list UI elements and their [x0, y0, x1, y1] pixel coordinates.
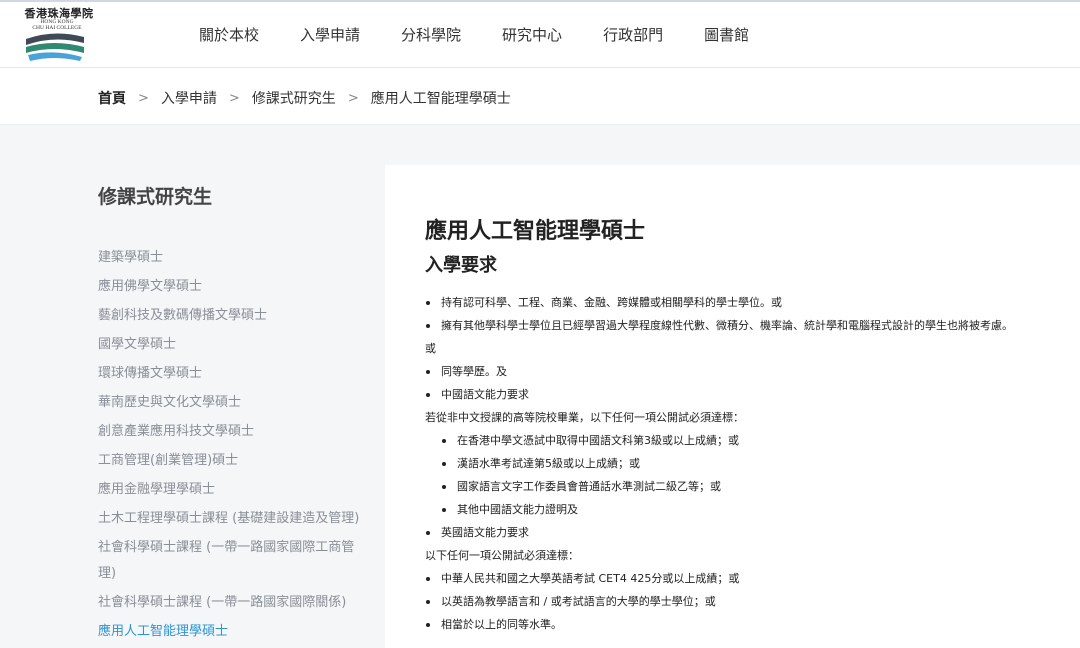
- sidebar-item-applied-ai[interactable]: 應用人工智能理學碩士: [98, 617, 366, 646]
- bullet-icon: [442, 439, 446, 443]
- list-item: 相當於以上的同等水準。: [425, 613, 1065, 636]
- requirement-text: 中華人民共和國之大學英語考試 CET4 425分或以上成績；或: [441, 572, 740, 585]
- bullet-icon: [426, 623, 430, 627]
- nav-item-admissions[interactable]: 入學申請: [300, 24, 360, 44]
- sidebar-title: 修課式研究生: [98, 186, 213, 208]
- nav-item-faculties[interactable]: 分科學院: [401, 24, 461, 44]
- breadcrumb-current-page: 應用人工智能理學碩士: [370, 91, 511, 107]
- sidebar-item-architecture[interactable]: 建築學碩士: [98, 243, 366, 272]
- list-item: 漢語水準考試達第5級或以上成績；或: [425, 452, 1065, 475]
- requirement-text: 中國語文能力要求: [441, 388, 529, 401]
- requirement-text: 同等學歷。及: [441, 365, 507, 378]
- list-item: 中華人民共和國之大學英語考試 CET4 425分或以上成績；或: [425, 567, 1065, 590]
- sidebar-program-list: 建築學碩士 應用佛學文學碩士 藝創科技及數碼傳播文學碩士 國學文學碩士 環球傳播…: [98, 243, 378, 646]
- sidebar-item-belt-road-business[interactable]: 社會科學碩士課程 (一帶一路國家國際工商管理): [98, 533, 366, 588]
- list-item: 擁有其他學科學士學位且已經學習過大學程度線性代數、微積分、機率論、統計學和電腦程…: [425, 314, 1065, 337]
- sidebar-item-mba-entrepreneurship[interactable]: 工商管理(創業管理)碩士: [98, 446, 366, 475]
- requirement-text: 英國語文能力要求: [441, 526, 529, 539]
- requirement-text: 以下任何一項公開試必須達標：: [425, 549, 579, 562]
- bullet-icon: [426, 600, 430, 604]
- main-nav: 關於本校 入學申請 分科學院 研究中心 行政部門 圖書館: [199, 24, 790, 44]
- bullet-icon: [442, 508, 446, 512]
- program-details: 應用人工智能理學碩士 入學要求 持有認可科學、工程、商業、金融、跨媒體或相關學科…: [425, 213, 1065, 636]
- nav-item-about[interactable]: 關於本校: [199, 24, 259, 44]
- list-item: 若從非中文授課的高等院校畢業，以下任何一項公開試必須達標：: [425, 406, 1065, 429]
- list-item: 同等學歷。及: [425, 360, 1065, 383]
- list-item: 中國語文能力要求: [425, 383, 1065, 406]
- requirement-text: 以英語為教學語言和 / 或考試語言的大學的學士學位；或: [441, 595, 716, 608]
- sidebar-item-chinese-studies[interactable]: 國學文學碩士: [98, 330, 366, 359]
- college-logo[interactable]: 香港珠海學院 HONG KONG CHU HAI COLLEGE: [14, 5, 104, 67]
- requirement-text: 擁有其他學科學士學位且已經學習過大學程度線性代數、微積分、機率論、統計學和電腦程…: [441, 319, 1013, 332]
- sidebar-item-south-china-history[interactable]: 華南歷史與文化文學碩士: [98, 388, 366, 417]
- list-item: 其他中國語文能力證明及: [425, 498, 1065, 521]
- requirement-text: 相當於以上的同等水準。: [441, 618, 562, 631]
- nav-item-administration[interactable]: 行政部門: [603, 24, 663, 44]
- requirement-text: 持有認可科學、工程、商業、金融、跨媒體或相關學科的學士學位。或: [441, 296, 782, 309]
- list-item: 以下任何一項公開試必須達標：: [425, 544, 1065, 567]
- bullet-icon: [426, 301, 430, 305]
- sidebar: 修課式研究生 建築學碩士 應用佛學文學碩士 藝創科技及數碼傳播文學碩士 國學文學…: [98, 182, 378, 646]
- requirement-text: 或: [425, 342, 436, 355]
- sidebar-item-arts-tech-digital-comm[interactable]: 藝創科技及數碼傳播文學碩士: [98, 301, 366, 330]
- nav-item-library[interactable]: 圖書館: [704, 24, 749, 44]
- requirement-text: 漢語水準考試達第5級或以上成績；或: [457, 457, 640, 470]
- bullet-icon: [426, 370, 430, 374]
- sidebar-item-buddhist-studies[interactable]: 應用佛學文學碩士: [98, 272, 366, 301]
- requirement-text: 國家語言文字工作委員會普通話水準測試二級乙等；或: [457, 480, 721, 493]
- requirement-text: 在香港中學文憑試中取得中國語文科第3級或以上成績；或: [457, 434, 739, 447]
- breadcrumb-admissions[interactable]: 入學申請: [161, 88, 217, 108]
- list-item: 英國語文能力要求: [425, 521, 1065, 544]
- bullet-icon: [442, 462, 446, 466]
- breadcrumb-home[interactable]: 首頁: [98, 88, 126, 108]
- sidebar-item-creative-industries[interactable]: 創意產業應用科技文學碩士: [98, 417, 366, 446]
- sidebar-item-belt-road-relations[interactable]: 社會科學碩士課程 (一帶一路國家國際關係): [98, 588, 366, 617]
- bullet-icon: [442, 485, 446, 489]
- logo-name-en: HONG KONG CHU HAI COLLEGE: [14, 19, 100, 31]
- breadcrumb-separator-icon: >: [228, 90, 240, 106]
- list-item: 持有認可科學、工程、商業、金融、跨媒體或相關學科的學士學位。或: [425, 291, 1065, 314]
- bullet-icon: [426, 393, 430, 397]
- main-content: 應用人工智能理學碩士 入學要求 持有認可科學、工程、商業、金融、跨媒體或相關學科…: [385, 165, 1080, 648]
- requirement-text: 若從非中文授課的高等院校畢業，以下任何一項公開試必須達標：: [425, 411, 744, 424]
- breadcrumb-taught-postgraduate[interactable]: 修課式研究生: [252, 88, 336, 108]
- sidebar-item-civil-engineering[interactable]: 土木工程理學碩士課程 (基礎建設建造及管理): [98, 504, 366, 533]
- list-item: 或: [425, 337, 1065, 360]
- nav-item-research-centres[interactable]: 研究中心: [502, 24, 562, 44]
- section-title-admission-requirements: 入學要求: [425, 255, 497, 276]
- bullet-icon: [426, 324, 430, 328]
- sidebar-item-applied-finance[interactable]: 應用金融學理學碩士: [98, 475, 366, 504]
- page-title: 應用人工智能理學碩士: [425, 219, 646, 244]
- breadcrumb-separator-icon: >: [138, 90, 149, 106]
- list-item: 在香港中學文憑試中取得中國語文科第3級或以上成績；或: [425, 429, 1065, 452]
- requirements-list: 持有認可科學、工程、商業、金融、跨媒體或相關學科的學士學位。或 擁有其他學科學士…: [425, 291, 1065, 636]
- bullet-icon: [426, 531, 430, 535]
- breadcrumb-separator-icon: >: [347, 90, 359, 106]
- breadcrumb: 首頁 > 入學申請 > 修課式研究生 > 應用人工智能理學碩士: [98, 88, 511, 108]
- sidebar-item-global-communication[interactable]: 環球傳播文學碩士: [98, 359, 366, 388]
- requirement-text: 其他中國語文能力證明及: [457, 503, 578, 516]
- list-item: 以英語為教學語言和 / 或考試語言的大學的學士學位；或: [425, 590, 1065, 613]
- breadcrumb-bar: 首頁 > 入學申請 > 修課式研究生 > 應用人工智能理學碩士: [0, 68, 1080, 125]
- list-item: 國家語言文字工作委員會普通話水準測試二級乙等；或: [425, 475, 1065, 498]
- logo-wave-icon: [26, 33, 84, 61]
- bullet-icon: [426, 577, 430, 581]
- site-header: 香港珠海學院 HONG KONG CHU HAI COLLEGE 關於本校 入學…: [0, 0, 1080, 68]
